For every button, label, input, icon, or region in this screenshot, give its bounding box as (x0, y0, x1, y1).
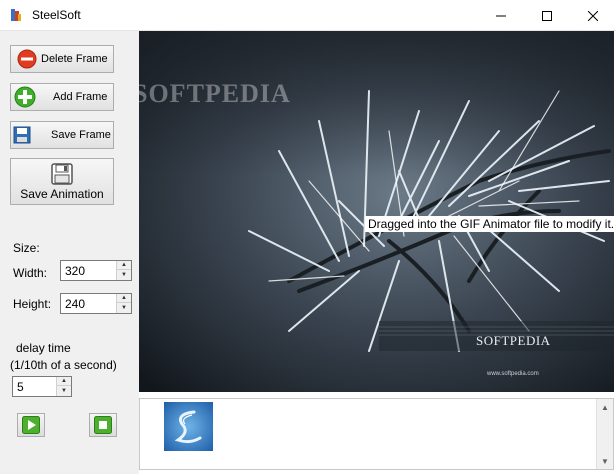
save-frame-label: Save Frame (51, 129, 111, 141)
triangle-down-icon: ▼ (61, 387, 67, 394)
width-value: 320 (65, 264, 86, 278)
stop-button[interactable] (89, 413, 117, 437)
delay-time-label: delay time (16, 341, 71, 355)
delay-spinner[interactable]: 5 ▲ ▼ (12, 376, 72, 397)
triangle-down-icon: ▼ (121, 271, 127, 278)
watermark-bottom: SOFTPEDIA (476, 333, 551, 348)
height-spinner[interactable]: 240 ▲ ▼ (60, 293, 132, 314)
vertical-scrollbar[interactable]: ▲ ▼ (596, 399, 613, 469)
title-bar: SteelSoft (0, 0, 616, 31)
height-decrement-button[interactable]: ▼ (117, 303, 131, 312)
frame-strip[interactable]: ▲ ▼ (139, 398, 614, 470)
delete-icon (17, 49, 37, 69)
window-title: SteelSoft (32, 8, 81, 22)
delete-frame-button[interactable]: Delete Frame (10, 45, 114, 73)
triangle-up-icon: ▲ (121, 262, 127, 268)
minimize-icon (496, 15, 506, 16)
save-frame-button[interactable]: Save Frame (10, 121, 114, 149)
height-increment-button[interactable]: ▲ (117, 294, 131, 303)
play-icon (22, 416, 40, 434)
play-button[interactable] (17, 413, 45, 437)
delay-unit-label: (1/10th of a second) (10, 358, 117, 372)
triangle-up-icon: ▲ (61, 378, 67, 384)
left-panel: Delete Frame Add Frame Save Frame Save A… (0, 31, 139, 474)
chevron-up-icon: ▲ (601, 402, 609, 412)
preview-canvas[interactable]: SOFTPEDIA SOFTPEDIA www.softpedia.com Dr… (139, 31, 614, 392)
width-label: Width: (13, 266, 48, 280)
close-button[interactable] (570, 0, 616, 31)
triangle-down-icon: ▼ (121, 304, 127, 311)
delay-value: 5 (17, 380, 24, 394)
triangle-up-icon: ▲ (121, 295, 127, 301)
stop-icon (94, 416, 112, 434)
save-animation-label: Save Animation (20, 186, 104, 201)
maximize-button[interactable] (524, 0, 570, 31)
scroll-up-button[interactable]: ▲ (597, 399, 613, 415)
save-animation-button[interactable]: Save Animation (10, 158, 114, 205)
preview-caption: Dragged into the GIF Animator file to mo… (365, 216, 614, 232)
delay-increment-button[interactable]: ▲ (57, 377, 71, 386)
add-frame-label: Add Frame (53, 91, 108, 103)
width-increment-button[interactable]: ▲ (117, 261, 131, 270)
softpedia-url: www.softpedia.com (487, 371, 539, 377)
chevron-down-icon: ▼ (601, 456, 609, 466)
delay-decrement-button[interactable]: ▼ (57, 386, 71, 395)
scroll-down-button[interactable]: ▼ (597, 453, 613, 469)
floppy-disk-icon (13, 126, 31, 144)
app-icon (11, 9, 21, 21)
delete-frame-label: Delete Frame (41, 53, 108, 65)
close-icon (588, 10, 598, 21)
minimize-button[interactable] (478, 0, 524, 31)
add-icon (14, 86, 36, 108)
add-frame-button[interactable]: Add Frame (10, 83, 114, 111)
maximize-icon (542, 10, 552, 21)
width-decrement-button[interactable]: ▼ (117, 270, 131, 279)
frame-thumbnail-image (164, 402, 213, 451)
height-label: Height: (13, 297, 52, 311)
height-value: 240 (65, 297, 86, 311)
watermark-top: SOFTPEDIA (139, 79, 291, 108)
frame-thumbnail[interactable] (164, 402, 213, 451)
size-label: Size: (13, 241, 40, 255)
width-spinner[interactable]: 320 ▲ ▼ (60, 260, 132, 281)
floppy-disk-icon (51, 162, 73, 185)
